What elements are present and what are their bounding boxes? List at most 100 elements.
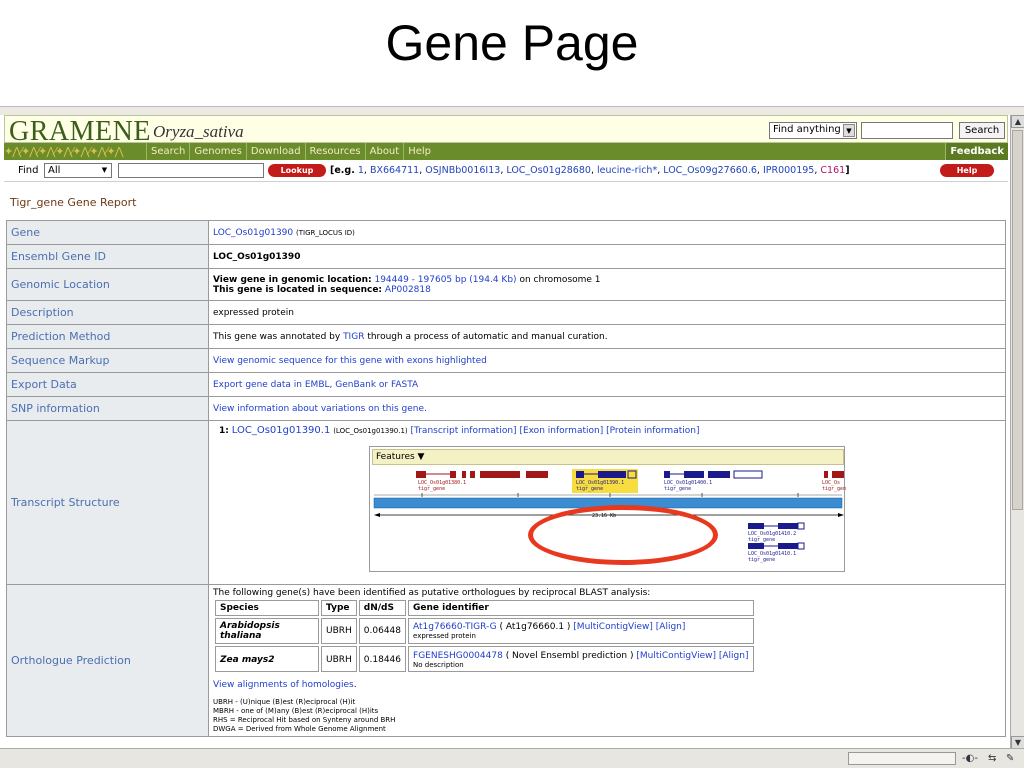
align-link[interactable]: [Align] (656, 622, 686, 632)
orthologue-table: Species Type dN/dS Gene identifier Arabi… (213, 598, 756, 674)
find-anything-select[interactable]: Find anything ▼ (769, 122, 857, 139)
example-link[interactable]: 1 (358, 165, 364, 176)
security-icon: ✎ (1006, 753, 1015, 764)
report-title: Tigr_gene Gene Report (10, 196, 137, 209)
dnds-value: 0.06448 (358, 618, 407, 644)
column-header: Type (321, 600, 357, 616)
scale-label: 23.16 Kb (592, 513, 616, 519)
nav-bar: ✦⋀⁄✦⋀⁄✦⋀⁄✦⋀⁄✦⋀⁄✦⋀⁄✦⋀ Search Genomes Down… (4, 143, 1008, 160)
legend-line: UBRH - (U)nique (B)est (R)eciprocal (H)i… (213, 698, 356, 706)
example-link[interactable]: BX664711 (370, 165, 419, 176)
browser-window: GRAMENE Oryza_sativa Find anything ▼ Sea… (0, 106, 1024, 768)
track-sublabel: tigr_gene (418, 486, 445, 492)
transcript-graphic: LOC_Os01g01380.1 tigr_gene LOC_Os01g0139… (373, 469, 846, 563)
track-sublabel: tigr_gene (748, 537, 775, 543)
gene-id-type: (TIGR_LOCUS ID) (296, 228, 355, 237)
find-label: Find (18, 165, 39, 176)
examples-prefix: [e.g. (330, 165, 355, 176)
find-select[interactable]: All ▼ (44, 163, 112, 178)
table-row: Arabidopsis thaliana UBRH 0.06448 At1g76… (215, 618, 754, 644)
nav-item-resources[interactable]: Resources (304, 143, 365, 160)
exon-info-link[interactable]: [Exon information] (519, 426, 603, 436)
table-row: SNP information View information about v… (6, 396, 1006, 421)
gene-description: expressed protein (413, 632, 476, 640)
multicontigview-link[interactable]: [MultiContigView] (573, 622, 653, 632)
example-link[interactable]: C161 (820, 165, 845, 176)
sequence-markup-link[interactable]: View genomic sequence for this gene with… (213, 356, 487, 366)
species-name: Arabidopsis thaliana (220, 621, 280, 641)
help-button[interactable]: Help (940, 164, 994, 177)
snp-link[interactable]: View information about variations on thi… (213, 404, 427, 414)
transcript-info-link[interactable]: [Transcript information] (411, 426, 517, 436)
species-name: Zea mays2 (220, 655, 275, 665)
nav-item-download[interactable]: Download (245, 143, 305, 160)
gene-link[interactable]: LOC_Os01g01390 (213, 228, 293, 238)
location-suffix: on chromosome 1 (519, 274, 601, 285)
gene-glyph[interactable] (416, 471, 548, 478)
protein-info-link[interactable]: [Protein information] (606, 426, 699, 436)
legend-line: DWGA = Derived from Whole Genome Alignme… (213, 725, 386, 733)
table-row: Description expressed protein (6, 300, 1006, 325)
gene-identifier-link[interactable]: At1g76660-TIGR-G (413, 622, 497, 632)
lookup-button[interactable]: Lookup (268, 164, 326, 177)
gene-glyph[interactable] (664, 470, 763, 479)
example-link[interactable]: OSJNBb0016I13 (425, 165, 500, 176)
example-link[interactable]: LOC_Os09g27660.6 (663, 165, 757, 176)
row-label: Genomic Location (6, 268, 209, 301)
view-alignments-link[interactable]: View alignments of homologies (213, 680, 354, 690)
example-link[interactable]: IPR000195 (763, 165, 814, 176)
sequence-prefix: This gene is located in sequence: (213, 284, 383, 295)
row-value: LOC_Os01g01390 (TIGR_LOCUS ID) (208, 220, 1006, 245)
row-label: Export Data (6, 372, 209, 397)
nav-item-search[interactable]: Search (146, 143, 189, 160)
transcript-paren: (LOC_Os01g01390.1) (333, 427, 408, 435)
row-value: The following gene(s) have been identifi… (208, 584, 1006, 737)
chevron-down-icon[interactable]: ▼ (99, 165, 110, 176)
examples-suffix: ] (845, 165, 850, 176)
search-input[interactable] (861, 122, 953, 139)
row-label: Description (6, 300, 209, 325)
scrollbar-thumb[interactable] (1012, 130, 1023, 510)
nav-item-genomes[interactable]: Genomes (189, 143, 245, 160)
nav-item-about[interactable]: About (364, 143, 404, 160)
features-menu[interactable]: Features ▼ (372, 449, 844, 465)
species-name: Oryza_sativa (153, 122, 244, 141)
tigr-link[interactable]: TIGR (343, 332, 364, 342)
find-input[interactable] (118, 163, 264, 178)
dnds-value: 0.18446 (358, 646, 407, 672)
gene-glyph[interactable] (748, 542, 805, 550)
vertical-scrollbar[interactable]: ▲ ▼ (1010, 115, 1024, 749)
sequence-link[interactable]: AP002818 (385, 285, 431, 295)
legend-line: MBRH - one of (M)any (B)est (R)eciprocal… (213, 707, 379, 715)
scroll-up-icon[interactable]: ▲ (1011, 115, 1024, 128)
align-link[interactable]: [Align] (719, 651, 749, 661)
multicontigview-link[interactable]: [MultiContigView] (636, 651, 716, 661)
location-link[interactable]: 194449 - 197605 bp (194.4 Kb) (374, 275, 516, 285)
type-value: UBRH (321, 618, 357, 644)
ensembl-id: LOC_Os01g01390 (208, 244, 1006, 269)
search-button[interactable]: Search (959, 122, 1005, 139)
example-link[interactable]: leucine-rich* (597, 165, 657, 176)
gene-identifier-link[interactable]: FGENESHG0004478 (413, 651, 503, 661)
feedback-button[interactable]: Feedback (945, 143, 1008, 160)
prediction-prefix: This gene was annotated by (213, 331, 341, 342)
transcript-link[interactable]: LOC_Os01g01390.1 (232, 425, 331, 436)
track-sublabel: tigr_gene (822, 486, 846, 492)
gene-report-table: Gene LOC_Os01g01390 (TIGR_LOCUS ID) Ense… (6, 220, 1006, 737)
slide-title: Gene Page (385, 15, 639, 71)
table-row: Gene LOC_Os01g01390 (TIGR_LOCUS ID) (6, 220, 1006, 245)
progress-bar (848, 752, 956, 765)
example-link[interactable]: LOC_Os01g28680 (506, 165, 591, 176)
chevron-down-icon[interactable]: ▼ (843, 124, 855, 137)
column-header: Gene identifier (408, 600, 754, 616)
table-row: Prediction Method This gene was annotate… (6, 324, 1006, 349)
export-link[interactable]: Export gene data in EMBL, GenBank or FAS… (213, 380, 418, 390)
gene-identifier-paren: ( Novel Ensembl prediction ) (505, 651, 634, 661)
gene-glyph[interactable] (748, 522, 805, 530)
contig-bar[interactable] (373, 497, 843, 509)
nav-item-help[interactable]: Help (403, 143, 435, 160)
network-icon: ⇆ (988, 753, 997, 764)
table-row: Transcript Structure 1: LOC_Os01g01390.1… (6, 420, 1006, 585)
gene-glyph[interactable] (824, 471, 844, 478)
row-value: This gene was annotated by TIGR through … (208, 324, 1006, 349)
